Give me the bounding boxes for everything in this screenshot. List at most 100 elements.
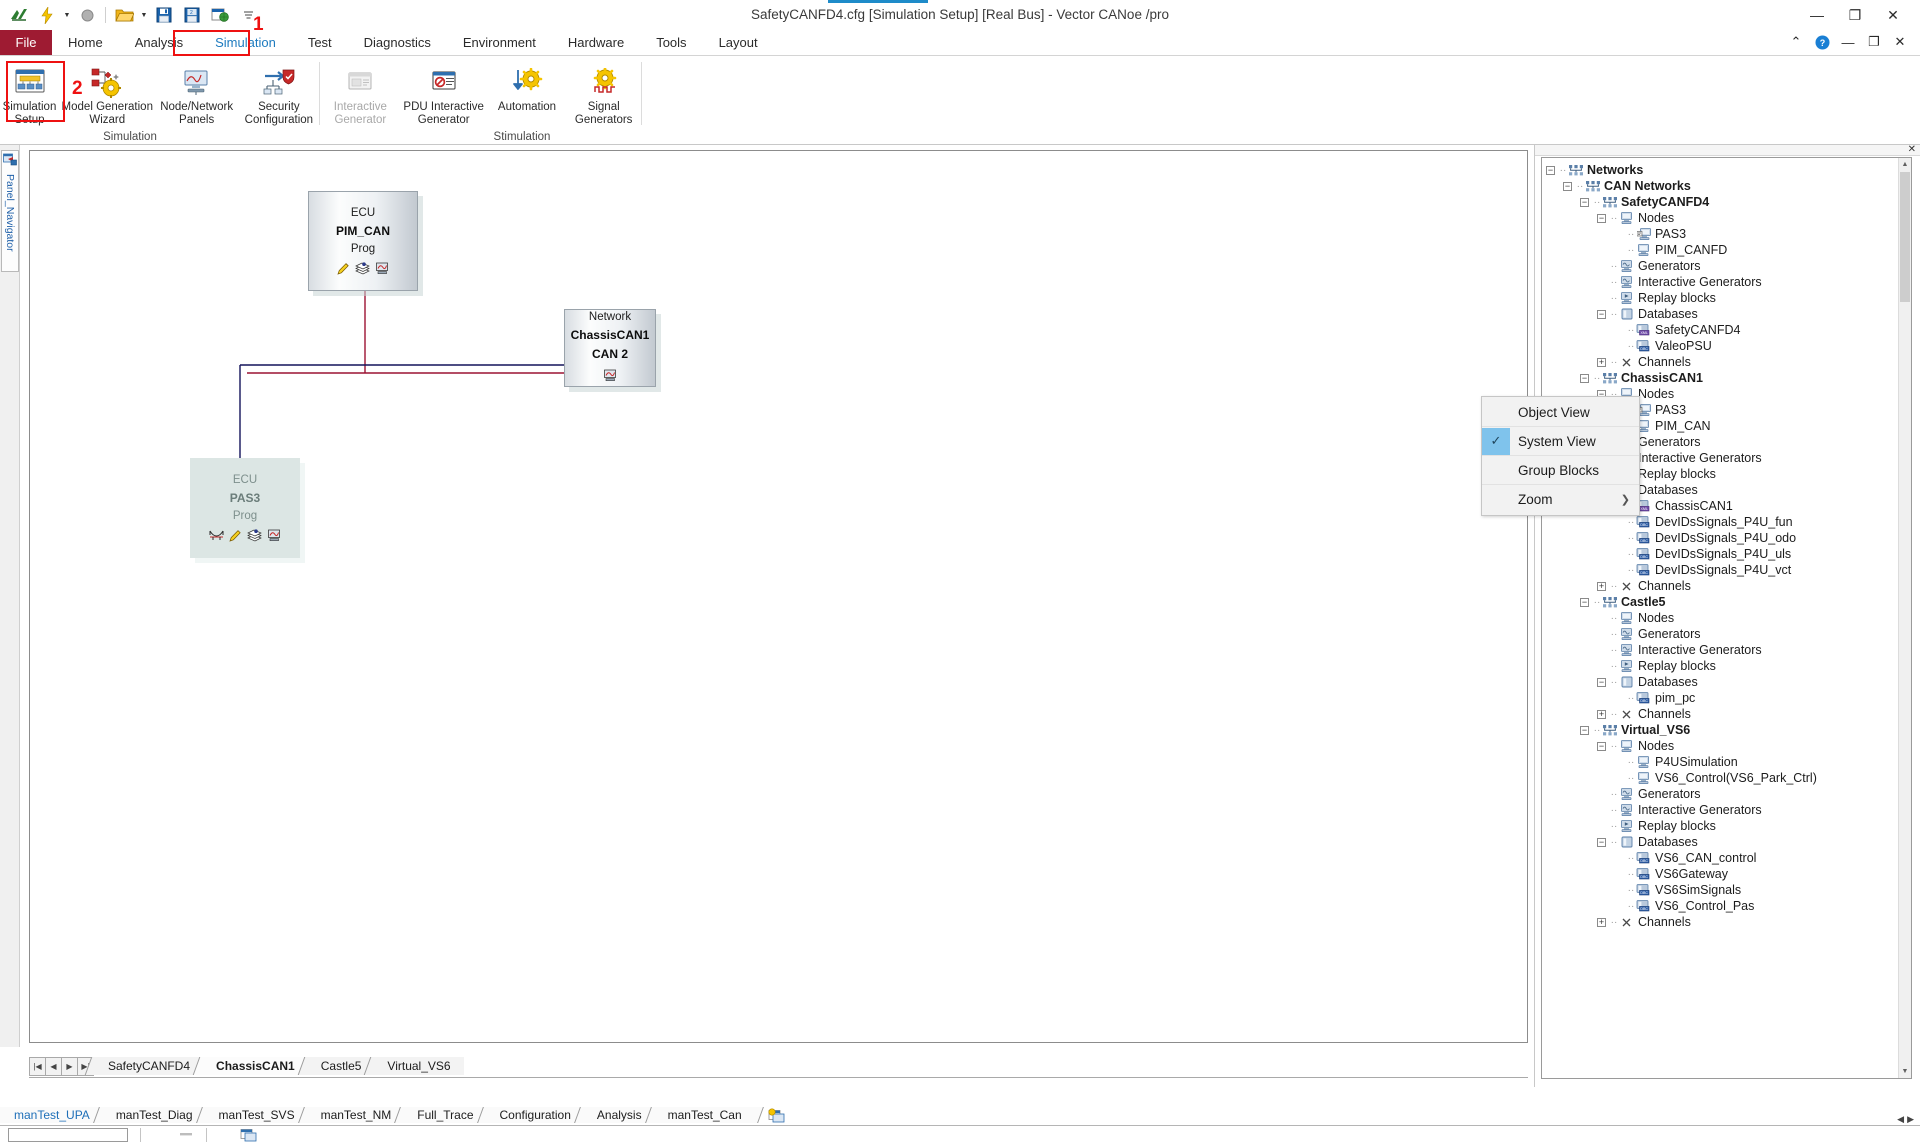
help-icon[interactable]: ? xyxy=(1810,32,1834,52)
tree-item[interactable]: ··DBCDevIDsSignals_P4U_uls xyxy=(1542,546,1897,562)
tree-collapse-toggle[interactable]: − xyxy=(1597,678,1606,687)
tree-item[interactable]: −··Networks xyxy=(1542,162,1897,178)
tree-item[interactable]: ··PIM_CANFD xyxy=(1542,242,1897,258)
bottom-tab-mantest-nm[interactable]: manTest_NM xyxy=(308,1107,404,1123)
panel-navigator-tab[interactable]: Panel_Navigator xyxy=(1,150,19,272)
tree-expand-toggle[interactable]: + xyxy=(1597,710,1606,719)
bottom-tab-analysis[interactable]: Analysis xyxy=(584,1107,654,1123)
diagram-block-pim-can[interactable]: ECU PIM_CAN Prog xyxy=(308,191,418,291)
pencil-icon[interactable] xyxy=(229,529,242,545)
tree-item[interactable]: ··VS6_Control(VS6_Park_Ctrl) xyxy=(1542,770,1897,786)
tree-item[interactable]: ··Interactive Generators xyxy=(1542,802,1897,818)
tree-item[interactable]: ··DBCVS6_Control_Pas xyxy=(1542,898,1897,914)
tree-item[interactable]: −··Nodes xyxy=(1542,738,1897,754)
bottom-tab-mantest-diag[interactable]: manTest_Diag xyxy=(103,1107,205,1123)
tab-tools[interactable]: Tools xyxy=(640,30,702,55)
bottom-tab-full-trace[interactable]: Full_Trace xyxy=(404,1107,485,1123)
doc-restore-button[interactable]: ❐ xyxy=(1862,32,1886,52)
tree-item[interactable]: −··Databases xyxy=(1542,306,1897,322)
monitor-icon[interactable] xyxy=(267,529,282,545)
tree-item[interactable]: ··DBCVS6SimSignals xyxy=(1542,882,1897,898)
tree-item[interactable]: ··Replay blocks xyxy=(1542,290,1897,306)
diagram-block-chassiscan1-network[interactable]: Network ChassisCAN1 CAN 2 xyxy=(564,309,656,387)
tree-expand-toggle[interactable]: + xyxy=(1597,582,1606,591)
tree-item[interactable]: −··SafetyCANFD4 xyxy=(1542,194,1897,210)
tab-environment[interactable]: Environment xyxy=(447,30,552,55)
tree-collapse-toggle[interactable]: − xyxy=(1580,198,1589,207)
tree-collapse-toggle[interactable]: − xyxy=(1597,838,1606,847)
scroll-up-arrow[interactable]: ▲ xyxy=(1899,158,1911,171)
bottom-tab-mantest-svs[interactable]: manTest_SVS xyxy=(206,1107,307,1123)
security-configuration-button[interactable]: Security Configuration xyxy=(238,60,320,127)
tab-home[interactable]: Home xyxy=(52,30,119,55)
tree-item[interactable]: +··Channels xyxy=(1542,578,1897,594)
tree-item[interactable]: ··Nodes xyxy=(1542,610,1897,626)
tree-item[interactable]: ··Interactive Generators xyxy=(1542,642,1897,658)
tree-item[interactable]: ··DBCDevIDsSignals_P4U_fun xyxy=(1542,514,1897,530)
tree-item[interactable]: ··Generators xyxy=(1542,258,1897,274)
layers-icon[interactable] xyxy=(355,262,370,278)
scroll-down-arrow[interactable]: ▼ xyxy=(1899,1065,1911,1078)
bottom-tab-prev-button[interactable]: ◀ xyxy=(1897,1114,1904,1125)
tree-panel-close-icon[interactable]: ✕ xyxy=(1908,144,1916,155)
tree-item[interactable]: +··Channels xyxy=(1542,354,1897,370)
canvas-tab-virtual-vs6[interactable]: Virtual_VS6 xyxy=(374,1057,463,1075)
tree-item[interactable]: ··P4USimulation xyxy=(1542,754,1897,770)
tree-collapse-toggle[interactable]: − xyxy=(1580,726,1589,735)
collapse-ribbon-button[interactable]: ⌃ xyxy=(1784,32,1808,52)
tab-file[interactable]: File xyxy=(0,30,52,55)
canvas-tab-safetycanfd4[interactable]: SafetyCANFD4 xyxy=(95,1057,203,1075)
tree-item[interactable]: −··Databases xyxy=(1542,674,1897,690)
tree-expand-toggle[interactable]: + xyxy=(1597,358,1606,367)
maximize-button[interactable]: ❐ xyxy=(1836,4,1874,26)
tree-item[interactable]: ··PAS3 xyxy=(1542,226,1897,242)
tree-item[interactable]: ··DBCDevIDsSignals_P4U_vct xyxy=(1542,562,1897,578)
scroll-thumb[interactable] xyxy=(1900,172,1910,302)
interactive-generator-button[interactable]: Interactive Generator xyxy=(322,60,399,127)
pencil-icon[interactable] xyxy=(337,262,350,278)
tree-collapse-toggle[interactable]: − xyxy=(1580,374,1589,383)
close-button[interactable]: ✕ xyxy=(1874,4,1912,26)
tree-expand-toggle[interactable]: + xyxy=(1597,918,1606,927)
tree-item[interactable]: ··DBCDevIDsSignals_P4U_odo xyxy=(1542,530,1897,546)
tree-collapse-toggle[interactable]: − xyxy=(1597,742,1606,751)
doc-close-button[interactable]: ✕ xyxy=(1888,32,1912,52)
context-menu-item-zoom[interactable]: Zoom ❯ xyxy=(1482,485,1639,514)
tree-item[interactable]: ··DBCValeoPSU xyxy=(1542,338,1897,354)
pdu-interactive-generator-button[interactable]: PDU Interactive Generator xyxy=(399,60,489,127)
tree-item[interactable]: ··DBCVS6Gateway xyxy=(1542,866,1897,882)
simulation-setup-button[interactable]: Simulation Setup xyxy=(0,60,59,127)
tab-first-button[interactable]: |◀ xyxy=(29,1057,46,1076)
canvas-tab-chassiscan1[interactable]: ChassisCAN1 xyxy=(203,1057,308,1075)
context-menu-item-object-view[interactable]: Object View xyxy=(1482,398,1639,427)
tree-collapse-toggle[interactable]: − xyxy=(1546,166,1555,175)
minimize-button[interactable]: — xyxy=(1798,4,1836,26)
tab-test[interactable]: Test xyxy=(292,30,348,55)
tab-layout[interactable]: Layout xyxy=(703,30,774,55)
tree-collapse-toggle[interactable]: − xyxy=(1580,598,1589,607)
add-window-icon[interactable] xyxy=(766,1107,786,1124)
tab-analysis[interactable]: Analysis xyxy=(119,30,199,55)
status-text-field[interactable] xyxy=(8,1128,128,1142)
node-network-panels-button[interactable]: Node/Network Panels xyxy=(156,60,238,127)
tree-item[interactable]: −··Databases xyxy=(1542,834,1897,850)
tree-item[interactable]: ··Interactive Generators xyxy=(1542,274,1897,290)
network-icon[interactable] xyxy=(209,529,224,545)
diagram-block-pas3[interactable]: ECU PAS3 Prog xyxy=(190,458,300,558)
tab-diagnostics[interactable]: Diagnostics xyxy=(348,30,447,55)
simulation-diagram-canvas[interactable]: ECU PIM_CAN Prog xyxy=(29,150,1528,1043)
tab-simulation[interactable]: Simulation xyxy=(199,30,292,55)
layers-icon[interactable] xyxy=(247,529,262,545)
tree-item[interactable]: +··Channels xyxy=(1542,914,1897,930)
tree-collapse-toggle[interactable]: − xyxy=(1597,310,1606,319)
tree-item[interactable]: +··Channels xyxy=(1542,706,1897,722)
doc-minimize-button[interactable]: — xyxy=(1836,32,1860,52)
tree-item[interactable]: ··DBCVS6_CAN_control xyxy=(1542,850,1897,866)
tree-item[interactable]: ··DBCpim_pc xyxy=(1542,690,1897,706)
status-window-icon[interactable] xyxy=(240,1128,257,1143)
bottom-tab-configuration[interactable]: Configuration xyxy=(487,1107,583,1123)
tree-item[interactable]: −··Nodes xyxy=(1542,210,1897,226)
bottom-tab-next-button[interactable]: ▶ xyxy=(1907,1114,1914,1125)
context-menu-item-system-view[interactable]: ✓ System View xyxy=(1482,427,1639,456)
tree-item[interactable]: −··CAN Networks xyxy=(1542,178,1897,194)
